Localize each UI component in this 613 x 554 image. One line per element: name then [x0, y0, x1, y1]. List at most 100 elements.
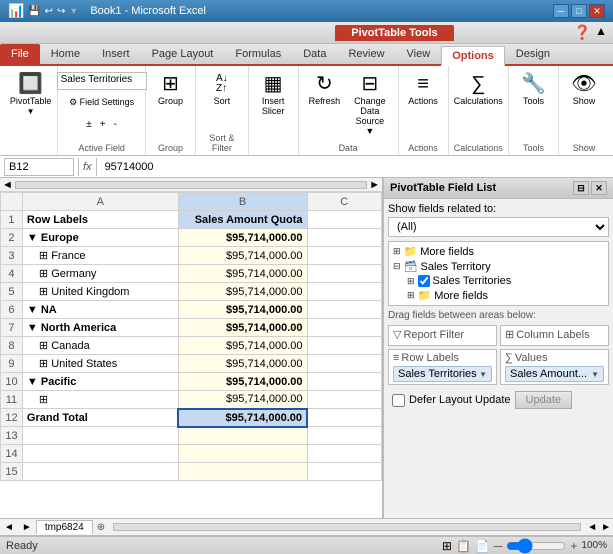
expand-collapse-button[interactable]: ± [83, 114, 95, 134]
cell-a-2[interactable]: ▼ Europe [22, 229, 178, 247]
sales-territories-checkbox[interactable] [418, 275, 430, 287]
field-settings-button[interactable]: ⚙ Field Settings [66, 92, 137, 112]
collapse-button[interactable]: - [111, 114, 120, 134]
tree-item-more-fields-2[interactable]: ⊞ 📁 More fields [391, 288, 606, 303]
help-icon[interactable]: ❓ [574, 24, 591, 41]
tab-review[interactable]: Review [337, 44, 395, 64]
cell-c-11[interactable] [307, 391, 382, 409]
tab-design[interactable]: Design [505, 44, 561, 64]
cell-c-8[interactable] [307, 337, 382, 355]
cell-b-10[interactable]: $95,714,000.00 [178, 373, 307, 391]
change-data-source-button[interactable]: ⊟ Change DataSource ▼ [348, 72, 391, 138]
cell-b-12[interactable]: $95,714,000.00 [178, 409, 307, 427]
tab-scroll-left[interactable]: ◄ [0, 522, 18, 533]
cell-a-5[interactable]: ⊞ United Kingdom [22, 283, 178, 301]
tree-item-sales-territory[interactable]: ⊟ 🗃 Sales Territory [391, 259, 606, 274]
scroll-left-icon[interactable]: ◄ [2, 179, 13, 191]
scroll-right-icon[interactable]: ► [369, 179, 380, 191]
cell-c-14[interactable] [307, 445, 382, 463]
fields-dropdown[interactable]: (All) [388, 217, 609, 237]
zoom-in-icon[interactable]: + [570, 539, 577, 553]
cell-b-8[interactable]: $95,714,000.00 [178, 337, 307, 355]
quick-access-redo[interactable]: ↪ [57, 6, 65, 17]
refresh-button[interactable]: ↻ Refresh [305, 72, 345, 108]
col-header-a[interactable]: A [22, 193, 178, 211]
tab-formulas[interactable]: Formulas [224, 44, 292, 64]
col-header-c[interactable]: C [307, 193, 382, 211]
sheet-tab-tmp6824[interactable]: tmp6824 [36, 520, 93, 534]
sheet-view-normal[interactable]: ⊞ [442, 539, 452, 553]
cell-c-15[interactable] [307, 463, 382, 481]
tab-options[interactable]: Options [441, 46, 505, 66]
name-box[interactable] [4, 158, 74, 176]
cell-c-13[interactable] [307, 427, 382, 445]
cell-b-7[interactable]: $95,714,000.00 [178, 319, 307, 337]
minimize-button[interactable]: ─ [553, 4, 569, 18]
cell-a-6[interactable]: ▼ NA [22, 301, 178, 319]
expand-button[interactable]: + [97, 114, 109, 134]
pivottable-button[interactable]: 🔲 PivotTable▼ [6, 72, 56, 118]
tree-item-sales-territories[interactable]: ⊞ Sales Territories [391, 274, 606, 288]
tab-scroll-right[interactable]: ► [18, 522, 36, 533]
cell-a-9[interactable]: ⊞ United States [22, 355, 178, 373]
row-labels-chip-arrow[interactable]: ▼ [479, 370, 487, 379]
close-button[interactable]: ✕ [589, 4, 605, 18]
formula-input[interactable] [101, 161, 609, 173]
cell-a-3[interactable]: ⊞ France [22, 247, 178, 265]
maximize-button[interactable]: □ [571, 4, 587, 18]
cell-c-1[interactable] [307, 211, 382, 229]
cell-b-9[interactable]: $95,714,000.00 [178, 355, 307, 373]
cell-a-15[interactable] [22, 463, 178, 481]
cell-c-12[interactable] [307, 409, 382, 427]
show-button[interactable]: 👁 Show [564, 72, 604, 108]
expand-more-2[interactable]: ⊞ [407, 290, 415, 301]
tab-view[interactable]: View [396, 44, 442, 64]
cell-c-7[interactable] [307, 319, 382, 337]
row-labels-chip[interactable]: Sales Territories ▼ [393, 366, 492, 382]
cell-c-6[interactable] [307, 301, 382, 319]
expand-sales-territory[interactable]: ⊟ [393, 261, 401, 272]
expand-more-1[interactable]: ⊞ [393, 246, 401, 257]
cell-a-7[interactable]: ▼ North America [22, 319, 178, 337]
cell-b-13[interactable] [178, 427, 307, 445]
tab-insert[interactable]: Insert [91, 44, 141, 64]
scroll-right-sheet[interactable]: ► [599, 522, 613, 533]
horizontal-scrollbar[interactable] [113, 523, 581, 531]
tab-page-layout[interactable]: Page Layout [141, 44, 225, 64]
update-button[interactable]: Update [515, 391, 572, 409]
tools-button[interactable]: 🔧 Tools [514, 72, 554, 108]
defer-checkbox[interactable] [392, 394, 405, 407]
tab-data[interactable]: Data [292, 44, 337, 64]
cell-b-3[interactable]: $95,714,000.00 [178, 247, 307, 265]
cell-c-10[interactable] [307, 373, 382, 391]
scroll-left-sheet[interactable]: ◄ [585, 522, 599, 533]
tree-item-more-fields-1[interactable]: ⊞ 📁 More fields [391, 244, 606, 259]
cell-a-4[interactable]: ⊞ Germany [22, 265, 178, 283]
sort-button[interactable]: A↓ Z↑ Sort [202, 72, 242, 108]
cell-a-1[interactable]: Row Labels [22, 211, 178, 229]
insert-slicer-button[interactable]: ▦ InsertSlicer [253, 72, 293, 118]
sheet-view-layout[interactable]: 📋 [456, 539, 471, 553]
values-chip[interactable]: Sales Amount... ▼ [505, 366, 604, 382]
quick-access-dropdown[interactable]: ▼ [69, 6, 78, 16]
sheet-view-page[interactable]: 📄 [475, 539, 490, 553]
cell-a-11[interactable]: ⊞ [22, 391, 178, 409]
cell-b-11[interactable]: $95,714,000.00 [178, 391, 307, 409]
cell-c-5[interactable] [307, 283, 382, 301]
group-button[interactable]: ⊞ Group [151, 72, 191, 108]
cell-b-5[interactable]: $95,714,000.00 [178, 283, 307, 301]
cell-c-4[interactable] [307, 265, 382, 283]
cell-b-1[interactable]: Sales Amount Quota [178, 211, 307, 229]
cell-a-14[interactable] [22, 445, 178, 463]
values-chip-arrow[interactable]: ▼ [591, 370, 599, 379]
zoom-slider[interactable] [506, 542, 566, 550]
quick-access-undo[interactable]: ↩ [45, 6, 53, 17]
zoom-out-icon[interactable]: ─ [494, 539, 503, 553]
expand-sales-territories[interactable]: ⊞ [407, 276, 415, 287]
col-header-b[interactable]: B [178, 193, 307, 211]
quick-access-save[interactable]: 💾 [28, 6, 40, 17]
cell-a-12[interactable]: Grand Total [22, 409, 178, 427]
cell-a-8[interactable]: ⊞ Canada [22, 337, 178, 355]
cell-b-2[interactable]: $95,714,000.00 [178, 229, 307, 247]
calculations-button[interactable]: ∑ Calculations [450, 72, 507, 108]
